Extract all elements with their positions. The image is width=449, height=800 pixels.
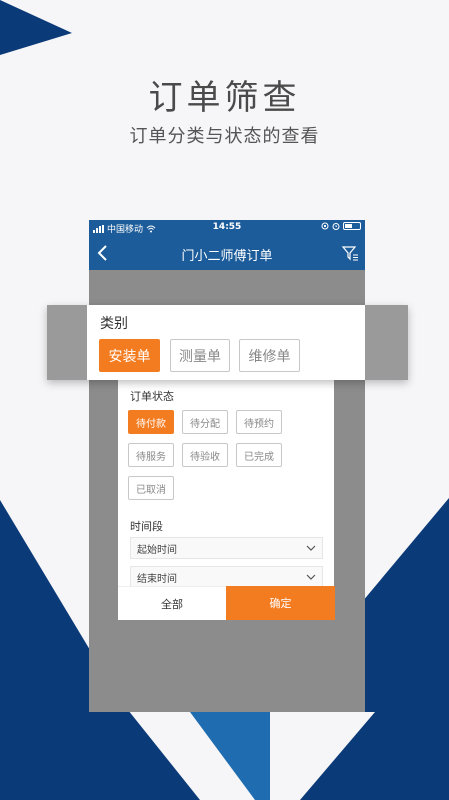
all-button[interactable]: 全部 [118,586,226,620]
filter-icon[interactable] [341,244,359,262]
status-chip-to-schedule[interactable]: 待预约 [236,410,282,434]
nav-bar: 门小二师傅订单 [89,236,365,270]
battery-icon [343,222,361,230]
promo-title: 订单筛查 [148,78,301,118]
lock-rotation-icon [321,222,329,230]
chevron-down-icon [306,545,316,551]
time-range-label: 时间段 [130,520,163,533]
nav-title: 门小二师傅订单 [181,249,273,264]
status-chip-pending-payment[interactable]: 待付款 [128,410,174,434]
phone-screen: 中国移动 14:55 门小二师傅订单 订单状态 待付款 待分配 待预约 待服务 … [89,220,365,712]
confirm-button[interactable]: 确定 [226,586,335,620]
end-time-select[interactable]: 结束时间 [130,566,323,588]
category-label: 类别 [100,316,128,332]
start-time-placeholder: 起始时间 [137,544,177,556]
status-chip-to-service[interactable]: 待服务 [128,443,174,467]
category-chip-measure[interactable]: 测量单 [170,339,230,372]
category-chip-repair[interactable]: 维修单 [239,339,300,372]
order-status-label: 订单状态 [130,390,174,403]
category-card: 类别 安装单 测量单 维修单 [87,305,365,380]
status-chip-cancelled[interactable]: 已取消 [128,476,174,500]
status-chip-to-inspect[interactable]: 待验收 [182,443,228,467]
category-chip-install[interactable]: 安装单 [99,339,160,372]
status-chip-to-assign[interactable]: 待分配 [182,410,228,434]
status-chip-completed[interactable]: 已完成 [236,443,282,467]
chevron-down-icon [306,574,316,580]
alarm-icon [332,223,340,230]
end-time-placeholder: 结束时间 [137,573,177,585]
status-bar: 中国移动 14:55 [89,220,365,236]
promo-subtitle: 订单分类与状态的查看 [129,126,320,147]
start-time-select[interactable]: 起始时间 [130,537,323,559]
filter-panel: 订单状态 待付款 待分配 待预约 待服务 待验收 已完成 已取消 时间段 起始时… [118,376,334,619]
